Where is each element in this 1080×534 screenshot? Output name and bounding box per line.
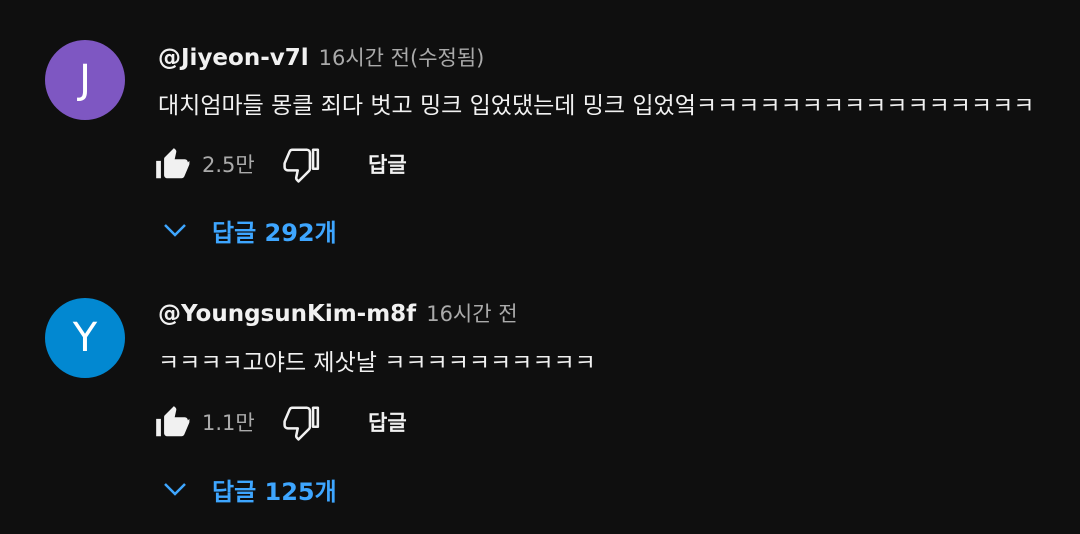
timestamp[interactable]: 16시간 전 [426,298,517,328]
dislike-button[interactable] [280,142,324,186]
view-replies-button[interactable]: 답글 125개 [160,467,337,511]
replies-count-label: 답글 125개 [212,477,337,506]
comment-text: ㅋㅋㅋㅋ고야드 제삿날 ㅋㅋㅋㅋㅋㅋㅋㅋㅋㅋ [158,350,596,376]
avatar[interactable]: J [45,40,125,120]
like-button[interactable] [150,400,194,444]
avatar[interactable]: Y [45,298,125,378]
like-button[interactable] [150,142,194,186]
thumb-down-icon [283,406,320,441]
comment-text: 대치엄마들 몽클 죄다 벗고 밍크 입었댔는데 밍크 입었엌ㅋㅋㅋㅋㅋㅋㅋㅋㅋㅋ… [158,93,1035,119]
author-name[interactable]: @Jiyeon-v7l [158,45,309,71]
author-name[interactable]: @YoungsunKim-m8f [158,301,416,327]
like-count: 2.5만 [202,153,255,177]
reply-button[interactable]: 답글 [368,407,407,437]
chevron-down-icon [164,483,186,496]
thumb-up-icon [156,148,190,179]
replies-count-label: 답글 292개 [212,218,337,247]
thumb-down-icon [283,148,320,183]
comment-actions: 2.5만 답글 [150,142,407,186]
thumb-up-icon [156,406,190,437]
chevron-down-icon [164,224,186,237]
view-replies-button[interactable]: 답글 292개 [160,208,337,252]
timestamp[interactable]: 16시간 전(수정됨) [319,42,485,72]
comment-header: @YoungsunKim-m8f 16시간 전 [158,298,518,332]
like-count: 1.1만 [202,411,255,435]
comment-header: @Jiyeon-v7l 16시간 전(수정됨) [158,42,484,76]
dislike-button[interactable] [280,400,324,444]
reply-button[interactable]: 답글 [368,149,407,179]
comment-actions: 1.1만 답글 [150,400,407,444]
